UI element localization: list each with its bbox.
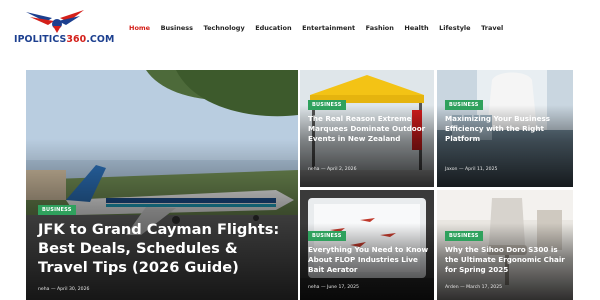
article-title[interactable]: Everything You Need to Know About FLOP I… [308,245,430,275]
meta-separator: — [320,285,326,290]
article-author[interactable]: Jaxon [445,167,457,172]
site-logo[interactable]: IPOLITICS360.COM [14,8,114,48]
site-logo-text: IPOLITICS360.COM [14,34,124,45]
article-author[interactable]: Arden [445,285,459,290]
article-meta: Arden — March 17, 2025 [445,285,502,290]
article-author[interactable]: neha [38,287,49,292]
nav-item-lifestyle[interactable]: Lifestyle [439,24,470,32]
logo-suffix: .COM [86,34,115,45]
page: IPOLITICS360.COM Home Business Technolog… [0,0,600,300]
article-date: June 17, 2025 [327,285,359,290]
article-title[interactable]: Maximizing Your Business Efficiency with… [445,114,567,144]
article-meta: Jaxon — April 11, 2025 [445,167,497,172]
article-title[interactable]: JFK to Grand Cayman Flights: Best Deals,… [38,220,288,277]
article-card[interactable]: BUSINESS Everything You Need to Know Abo… [300,190,434,300]
article-author[interactable]: neha [308,167,319,172]
article-meta: neha — June 17, 2025 [308,285,359,290]
article-title[interactable]: The Real Reason Extreme Marquees Dominat… [308,114,430,144]
article-date: March 17, 2025 [466,285,503,290]
meta-separator: — [458,167,464,172]
nav-item-health[interactable]: Health [404,24,428,32]
category-badge[interactable]: BUSINESS [445,231,483,241]
main-nav: Home Business Technology Education Enter… [129,24,514,32]
article-meta: neha — April 2, 2026 [308,167,357,172]
nav-item-home[interactable]: Home [129,24,150,32]
article-title[interactable]: Why the Sihoo Doro S300 is the Ultimate … [445,245,567,275]
meta-separator: — [320,167,326,172]
eagle-logo-icon [26,10,84,33]
article-meta: neha — April 30, 2026 [38,287,89,292]
nav-item-travel[interactable]: Travel [481,24,503,32]
category-badge[interactable]: BUSINESS [308,231,346,241]
article-author[interactable]: neha [308,285,319,290]
article-date: April 30, 2026 [57,287,90,292]
article-card[interactable]: BUSINESS Why the Sihoo Doro S300 is the … [437,190,573,300]
nav-item-technology[interactable]: Technology [204,24,245,32]
article-card[interactable]: BUSINESS Maximizing Your Business Effici… [437,70,573,187]
site-header: IPOLITICS360.COM Home Business Technolog… [0,0,600,60]
nav-item-business[interactable]: Business [161,24,193,32]
article-card[interactable]: BUSINESS The Real Reason Extreme Marquee… [300,70,434,187]
nav-item-entertainment[interactable]: Entertainment [302,24,355,32]
meta-separator: — [50,287,56,292]
category-badge[interactable]: BUSINESS [308,100,346,110]
article-date: April 11, 2025 [465,167,498,172]
logo-main: IPOLITICS [14,34,67,45]
nav-item-education[interactable]: Education [255,24,291,32]
category-badge[interactable]: BUSINESS [38,205,76,215]
nav-item-fashion[interactable]: Fashion [366,24,394,32]
meta-separator: — [460,285,465,290]
article-date: April 2, 2026 [327,167,357,172]
logo-accent: 360 [66,34,87,45]
category-badge[interactable]: BUSINESS [445,100,483,110]
featured-article-card[interactable]: BUSINESS JFK to Grand Cayman Flights: Be… [26,70,298,300]
